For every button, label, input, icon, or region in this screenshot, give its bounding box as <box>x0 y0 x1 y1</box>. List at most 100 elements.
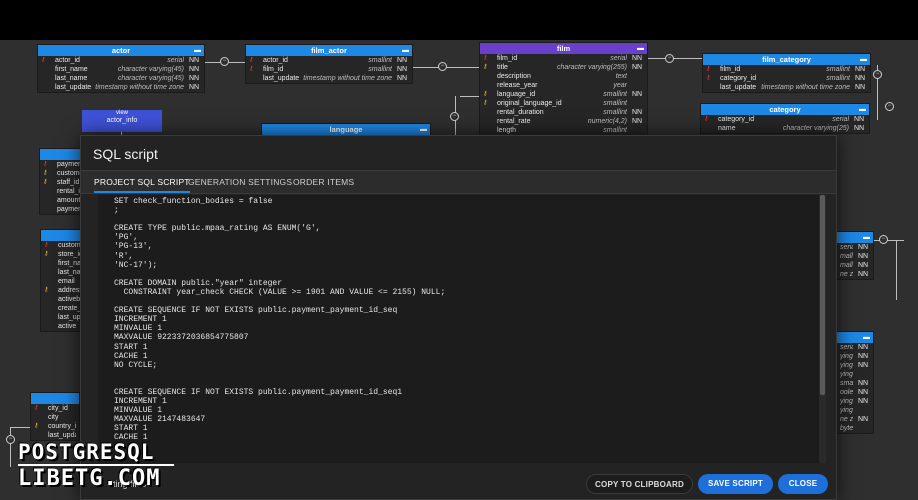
not-null-flag: NN <box>855 66 866 73</box>
table-row[interactable]: description text <box>480 72 647 81</box>
table-film-actor[interactable]: film_actor ▬ ⚷ actor_id smallint NN ⚷ film_id s… <box>245 44 413 84</box>
table-row[interactable]: rental_duration smallint NN <box>480 108 647 117</box>
table-row[interactable]: ne zone NN <box>837 415 873 424</box>
table-row[interactable]: ⚷ category_id smallint NN <box>703 74 870 83</box>
sql-line: CREATE SEQUENCE IF NOT EXISTS public.pay… <box>114 306 398 316</box>
primary-key-icon: ⚷ <box>44 242 49 248</box>
relation-marker: − <box>438 62 447 71</box>
table-row[interactable]: rental_rate numeric(4,2) NN <box>480 117 647 126</box>
table-menu-icon[interactable]: ▬ <box>860 54 867 65</box>
table-header[interactable]: film ▬ <box>480 43 647 54</box>
column-type: character varying(25) <box>782 125 849 132</box>
table-film[interactable]: film ▬ ⚷ film_id serial NN ⚷ title character va… <box>479 42 648 136</box>
table-row[interactable]: serial NN <box>837 343 873 352</box>
code-scrollbar[interactable] <box>819 195 826 463</box>
foreign-key-icon: ⚷ <box>43 179 48 185</box>
table-row[interactable]: release_year year <box>480 81 647 90</box>
table-row[interactable]: length smallint <box>480 126 647 135</box>
sql-code-text[interactable]: SET check_function_bodies = false; CREATE… <box>98 195 826 443</box>
scrollbar-thumb[interactable] <box>820 195 825 395</box>
table-row[interactable]: last_update timestamp without time zone NN <box>703 83 870 92</box>
column-icon <box>483 72 497 81</box>
tab-generation-settings[interactable]: GENERATION SETTINGS <box>188 177 292 187</box>
sql-line: INCREMENT 1 <box>114 397 167 407</box>
table-row[interactable]: ⚷ category_id serial NN <box>701 115 869 124</box>
save-script-button[interactable]: SAVE SCRIPT <box>698 474 773 494</box>
table-row[interactable]: ying(40) <box>837 406 873 415</box>
table-row[interactable]: ⚷ actor_id serial NN <box>38 56 204 65</box>
table-row[interactable]: ⚷ language_id smallint NN <box>480 90 647 99</box>
table-row[interactable]: city <box>31 413 79 422</box>
table-row[interactable]: serial NN <box>837 243 873 252</box>
table-menu-icon[interactable]: ▬ <box>637 43 644 54</box>
table-header[interactable] <box>31 393 79 404</box>
table-header[interactable]: language ▬ <box>262 124 430 135</box>
table-menu-icon[interactable]: ▬ <box>863 232 870 243</box>
table-row[interactable]: last_upda <box>31 431 79 440</box>
column-type: ying(16) <box>840 398 853 405</box>
table-row[interactable]: last_update timestamp without time zone NN <box>246 74 412 83</box>
table-row[interactable]: ying(16) NN <box>837 397 873 406</box>
not-null-flag: NN <box>632 64 643 71</box>
table-row[interactable]: ⚷ film_id smallint NN <box>246 65 412 74</box>
table-row[interactable]: ying(45) NN <box>837 361 873 370</box>
table-row[interactable]: ⚷ actor_id smallint NN <box>246 56 412 65</box>
column-type: smallint <box>826 66 850 73</box>
table-row[interactable]: mallint NN <box>837 261 873 270</box>
table-header[interactable]: actor ▬ <box>38 45 204 56</box>
table-menu-icon[interactable]: ▬ <box>863 332 870 343</box>
table-row[interactable]: smallint NN <box>837 379 873 388</box>
table-film-category[interactable]: film_category ▬ ⚷ film_id smallint NN ⚷ catego… <box>702 53 871 93</box>
table-header[interactable]: film_category ▬ <box>703 54 870 65</box>
column-icon <box>44 313 58 322</box>
table-row[interactable]: ⚷ country_id <box>31 422 79 431</box>
table-row[interactable]: ⚷ city_id <box>31 404 79 413</box>
table-row[interactable]: oolean NN <box>837 388 873 397</box>
table-row[interactable]: ying(45) NN <box>837 352 873 361</box>
foreign-key-icon: ⚷ <box>44 287 49 293</box>
table-row[interactable]: ying(50) <box>837 370 873 379</box>
table-actor[interactable]: actor ▬ ⚷ actor_id serial NN first_name charac… <box>37 44 205 93</box>
table-right-upper[interactable]: ▬ serial NN mallint NN mallint NN ne zone NN <box>836 231 874 280</box>
tab-project-sql-script[interactable]: PROJECT SQL SCRIPT <box>94 177 190 193</box>
close-button[interactable]: CLOSE <box>778 474 828 494</box>
column-name: last_update <box>263 75 300 82</box>
table-row[interactable]: bytea <box>837 424 873 433</box>
table-row[interactable]: mallint NN <box>837 252 873 261</box>
table-row[interactable]: first_name character varying(45) NN <box>38 65 204 74</box>
table-row[interactable]: last_name character varying(45) NN <box>38 74 204 83</box>
table-menu-icon[interactable]: ▬ <box>402 45 409 56</box>
column-type: character varying(45) <box>117 66 184 73</box>
copy-to-clipboard-button[interactable]: COPY TO CLIPBOARD <box>586 474 693 494</box>
column-icon <box>706 83 720 92</box>
column-type: timestamp without time zone <box>95 84 184 91</box>
table-menu-icon[interactable]: ▬ <box>194 45 201 56</box>
not-null-flag: NN <box>858 244 869 251</box>
table-header[interactable]: category ▬ <box>701 104 869 115</box>
sql-code-editor[interactable]: SET check_function_bodies = false; CREATE… <box>98 195 826 463</box>
table-menu-icon[interactable]: ▬ <box>420 124 427 135</box>
table-row[interactable]: name character varying(25) NN <box>701 124 869 133</box>
table-header[interactable]: film_actor ▬ <box>246 45 412 56</box>
table-header[interactable]: ▬ <box>837 232 873 243</box>
table-row[interactable]: ⚷ film_id serial NN <box>480 54 647 63</box>
table-category[interactable]: category ▬ ⚷ category_id serial NN name charac… <box>700 103 870 134</box>
table-row[interactable]: ⚷ film_id smallint NN <box>703 65 870 74</box>
table-city[interactable]: ⚷ city_idcity ⚷ country_id last_upda <box>30 392 80 441</box>
column-type: serial <box>840 244 853 251</box>
column-name: last_update <box>720 84 757 91</box>
not-null-flag: NN <box>189 75 200 82</box>
table-row[interactable]: ne zone NN <box>837 270 873 279</box>
table-right-lower[interactable]: ▬ serialNNying(45)NNying(45)NNying(50)sm… <box>836 331 874 434</box>
column-name: category_id <box>718 116 755 123</box>
view-actor-info[interactable]: view actor_info <box>82 110 162 132</box>
table-header[interactable]: ▬ <box>837 332 873 343</box>
table-row[interactable]: ⚷ original_language_id smallint <box>480 99 647 108</box>
sql-script-dialog[interactable]: SQL script PROJECT SQL SCRIPT GENERATION… <box>80 135 837 500</box>
table-row[interactable]: last_update timestamp without time zone NN <box>38 83 204 92</box>
column-type: smallint <box>603 127 627 134</box>
column-type: timestamp without time zone <box>303 75 392 82</box>
tab-order-items[interactable]: ORDER ITEMS <box>293 177 354 187</box>
table-menu-icon[interactable]: ▬ <box>859 104 866 115</box>
table-row[interactable]: ⚷ title character varying(255) NN <box>480 63 647 72</box>
